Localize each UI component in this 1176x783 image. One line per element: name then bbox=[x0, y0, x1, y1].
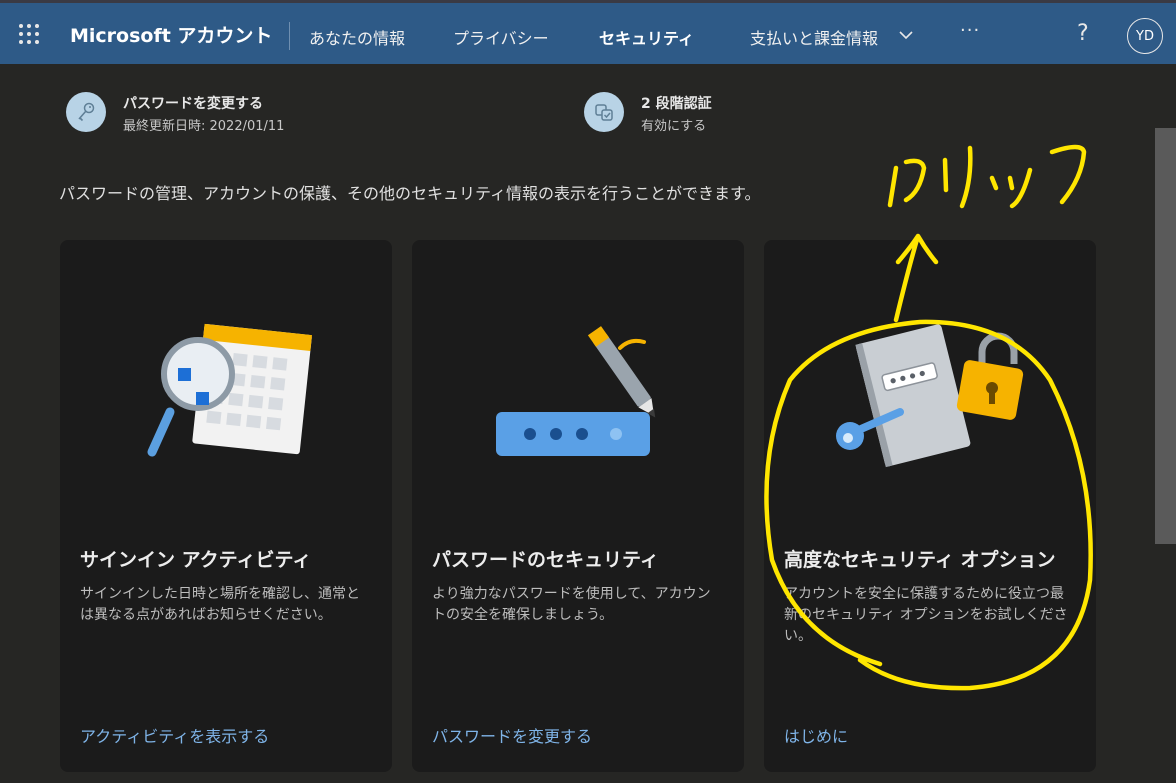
quick-link-subtitle: 最終更新日時: 2022/01/11 bbox=[123, 119, 285, 134]
card-title: 高度なセキュリティ オプション bbox=[784, 549, 1056, 571]
two-step-icon bbox=[584, 92, 624, 132]
password-pen-illustration bbox=[496, 326, 656, 456]
scrollbar-thumb[interactable] bbox=[1155, 128, 1176, 544]
quick-link-change-password[interactable]: パスワードを変更する 最終更新日時: 2022/01/11 bbox=[66, 92, 326, 134]
view-activity-link[interactable]: アクティビティを表示する bbox=[80, 723, 269, 747]
nav-security[interactable]: セキュリティ bbox=[599, 25, 694, 49]
quick-link-title: パスワードを変更する bbox=[123, 96, 263, 112]
chevron-down-icon[interactable] bbox=[898, 28, 914, 42]
card-title: パスワードのセキュリティ bbox=[432, 549, 659, 571]
app-launcher-icon[interactable] bbox=[18, 23, 40, 45]
nav-divider bbox=[289, 22, 290, 50]
help-button[interactable]: ? bbox=[1077, 21, 1089, 46]
card-title: サインイン アクティビティ bbox=[80, 549, 312, 571]
calendar-magnifier-illustration bbox=[147, 323, 313, 457]
brand-title[interactable]: Microsoft アカウント bbox=[70, 21, 272, 48]
nav-your-info[interactable]: あなたの情報 bbox=[309, 25, 405, 49]
card-description: アカウントを安全に保護するために役立つ最新のセキュリティ オプションをお試しくだ… bbox=[784, 586, 1068, 644]
nav-privacy[interactable]: プライバシー bbox=[453, 25, 549, 49]
quick-link-subtitle: 有効にする bbox=[641, 119, 707, 134]
quick-link-title: 2 段階認証 bbox=[641, 96, 712, 112]
card-description: サインインした日時と場所を確認し、通常とは異なる点があればお知らせください。 bbox=[80, 586, 360, 623]
key-icon bbox=[66, 92, 106, 132]
nav-payment-billing[interactable]: 支払いと課金情報 bbox=[750, 25, 878, 49]
avatar[interactable]: YD bbox=[1127, 18, 1163, 54]
card-description: より強力なパスワードを使用して、アカウントの安全を確保しましょう。 bbox=[432, 586, 711, 623]
card-password-security: パスワードのセキュリティ より強力なパスワードを使用して、アカウントの安全を確保… bbox=[412, 240, 744, 772]
card-advanced-security: 高度なセキュリティ オプション アカウントを安全に保護するために役立つ最新のセキ… bbox=[764, 240, 1096, 772]
card-signin-activity: サインイン アクティビティ サインインした日時と場所を確認し、通常とは異なる点が… bbox=[60, 240, 392, 772]
key-lock-illustration bbox=[836, 324, 1024, 468]
annotation-click-text bbox=[887, 144, 1087, 209]
top-nav-bar: Microsoft アカウント あなたの情報 プライバシー セキュリティ 支払い… bbox=[0, 0, 1176, 64]
change-password-link[interactable]: パスワードを変更する bbox=[432, 723, 592, 747]
intro-text: パスワードの管理、アカウントの保護、その他のセキュリティ情報の表示を行うことがで… bbox=[59, 184, 761, 203]
more-menu-button[interactable]: ··· bbox=[960, 20, 980, 41]
get-started-link[interactable]: はじめに bbox=[784, 723, 848, 747]
quick-link-two-step[interactable]: 2 段階認証 有効にする bbox=[584, 92, 764, 134]
